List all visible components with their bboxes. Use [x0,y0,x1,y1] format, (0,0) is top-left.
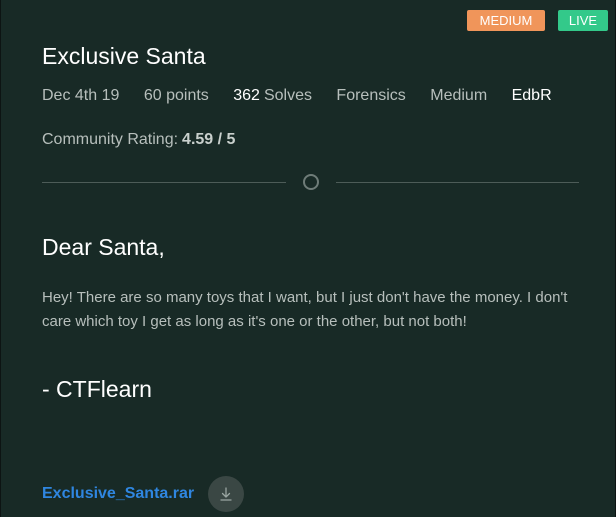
challenge-solves: 362 Solves [233,87,312,105]
challenge-meta: Dec 4th 19 60 points 362 Solves Forensics… [42,87,552,105]
challenge-title: Exclusive Santa [42,43,206,69]
challenge-points: 60 points [143,87,209,104]
description-signature: - CTFlearn [42,376,152,402]
challenge-category[interactable]: Forensics [336,87,405,105]
challenge-difficulty: Medium [430,87,488,104]
rating-label: Community Rating: [42,131,179,148]
challenge-card: MEDIUM LIVE Exclusive Santa Dec 4th 19 6… [0,0,616,517]
challenge-date: Dec 4th 19 [42,87,120,104]
download-icon [220,487,232,501]
download-button[interactable] [208,476,244,512]
challenge-author[interactable]: EdbR [512,87,552,105]
solves-label: Solves [263,87,312,104]
solves-count: 362 [233,87,260,104]
community-rating: Community Rating: 4.59 / 5 [42,131,235,149]
status-badge: LIVE [558,10,608,31]
divider-circle-icon [303,174,319,190]
description-body: Hey! There are so many toys that I want,… [42,289,568,330]
divider-left [42,182,286,183]
divider-right [336,182,579,183]
rating-value: 4.59 / 5 [182,131,236,148]
difficulty-badge: MEDIUM [467,10,545,31]
description-greeting: Dear Santa, [42,234,165,260]
attachment-link[interactable]: Exclusive_Santa.rar [42,485,194,503]
